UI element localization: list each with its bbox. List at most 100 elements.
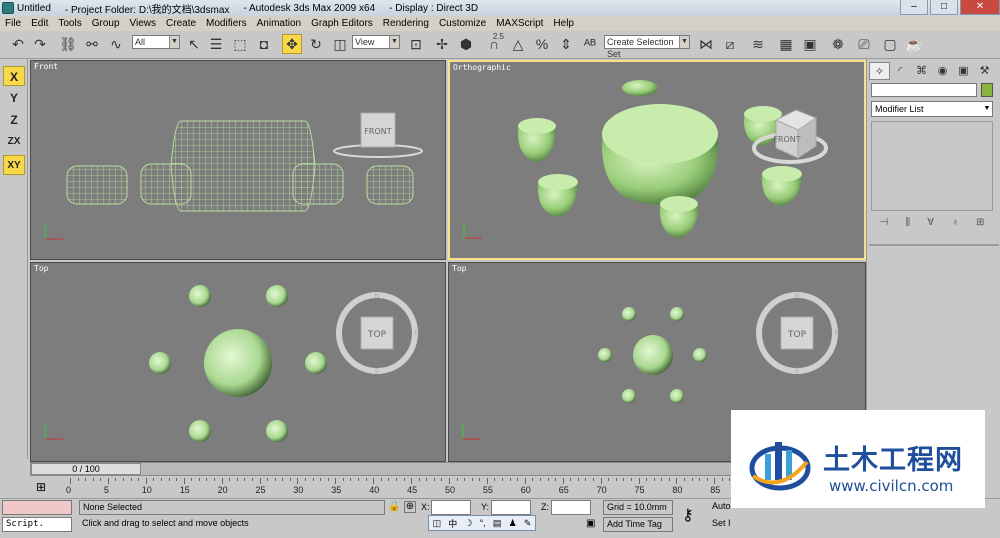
menu-help[interactable]: Help (548, 18, 579, 29)
align-icon[interactable]: ⧄ (720, 34, 740, 54)
ime-toolbar[interactable]: ◫ 中 ☽ °, ▤ ♟ ✎ (428, 515, 536, 531)
remove-modifier-icon[interactable]: ♁ (951, 217, 959, 233)
menu-customize[interactable]: Customize (434, 18, 491, 29)
transform-mode-icon[interactable]: ⊕ (404, 501, 416, 513)
maximize-icon[interactable]: □ (930, 0, 958, 15)
pin-stack-icon[interactable]: ⊣ (880, 217, 889, 233)
viewport-orthographic[interactable]: FRONT Orthographic (448, 60, 866, 260)
configure-sets-icon[interactable]: ⊞ (976, 217, 984, 233)
keyboard-shortcut-icon[interactable]: ⬢ (456, 34, 476, 54)
mini-curve-editor-icon[interactable]: ⊞ (36, 480, 46, 494)
object-color-swatch[interactable] (981, 83, 993, 97)
selection-filter-dropdown[interactable]: All ▼ (132, 35, 180, 49)
set-key-button[interactable]: Set I (709, 517, 733, 532)
y-coord-field[interactable] (491, 500, 531, 515)
snap-toggle-icon[interactable]: 2.5 ∩ (484, 32, 504, 54)
manipulate-icon[interactable]: ✢ (432, 34, 452, 54)
display-tab-icon[interactable]: ▣ (953, 62, 974, 80)
menu-create[interactable]: Create (161, 18, 201, 29)
modifier-stack[interactable] (871, 121, 993, 211)
ruler-number: 70 (596, 485, 607, 495)
material-editor-icon[interactable]: ❁ (828, 34, 848, 54)
viewport-front[interactable]: FRONT Front (30, 60, 446, 260)
viewport-label-top-right[interactable]: Top (452, 264, 466, 273)
mirror-icon[interactable]: ⋈ (696, 34, 716, 54)
undo-icon[interactable]: ↶ (8, 34, 28, 54)
window-crossing-icon[interactable]: ◘ (254, 34, 274, 54)
lock-selection-icon[interactable]: 🔒 (388, 501, 400, 512)
axis-z-button[interactable]: Z (3, 110, 25, 130)
front-viewcube[interactable]: FRONT (333, 112, 423, 158)
axis-xy-button[interactable]: XY (3, 155, 25, 175)
ime-chinese-icon[interactable]: 中 (448, 517, 457, 530)
menu-modifiers[interactable]: Modifiers (201, 18, 252, 29)
viewport-top-left[interactable]: TOP N S E Top (30, 262, 446, 462)
angle-snap-icon[interactable]: △ (508, 34, 528, 54)
menu-maxscript[interactable]: MAXScript (491, 18, 548, 29)
x-coord-field[interactable] (431, 500, 471, 515)
key-icon[interactable]: ⚷ (682, 505, 694, 525)
object-name-field[interactable] (871, 83, 977, 97)
viewport-label-front[interactable]: Front (34, 62, 58, 71)
ref-coord-dropdown[interactable]: View ▼ (352, 35, 400, 49)
axis-x-button[interactable]: X (3, 66, 25, 86)
close-icon[interactable]: ✕ (960, 0, 1000, 15)
axis-y-button[interactable]: Y (3, 88, 25, 108)
z-coord-field[interactable] (551, 500, 591, 515)
select-object-icon[interactable]: ↖ (184, 34, 204, 54)
rect-selection-icon[interactable]: ⬚ (230, 34, 250, 54)
bind-space-warp-icon[interactable]: ∿ (106, 34, 126, 54)
select-move-icon[interactable]: ✥ (282, 34, 302, 54)
schematic-view-icon[interactable]: ▣ (800, 34, 820, 54)
menu-group[interactable]: Group (87, 18, 125, 29)
ime-moon-icon[interactable]: ☽ (464, 518, 472, 529)
add-time-tag-button[interactable]: Add Time Tag (603, 517, 673, 532)
pivot-center-icon[interactable]: ⊡ (406, 34, 426, 54)
ime-user-icon[interactable]: ♟ (509, 518, 517, 529)
ime-tool-icon[interactable]: ✎ (524, 518, 532, 529)
select-scale-icon[interactable]: ◫ (330, 34, 350, 54)
percent-snap-icon[interactable]: % (532, 34, 552, 54)
redo-icon[interactable]: ↷ (30, 34, 50, 54)
motion-tab-icon[interactable]: ◉ (932, 62, 953, 80)
ime-icon[interactable]: ◫ (433, 518, 442, 529)
auto-key-button[interactable]: Auto (709, 500, 733, 515)
menu-animation[interactable]: Animation (252, 18, 306, 29)
ime-keyboard-icon[interactable]: ▤ (493, 518, 502, 529)
render-setup-icon[interactable]: ⎚ (854, 34, 874, 54)
select-by-name-icon[interactable]: ☰ (206, 34, 226, 54)
select-rotate-icon[interactable]: ↻ (306, 34, 326, 54)
named-selection-dropdown[interactable]: Create Selection Set ▼ (604, 35, 690, 59)
minimize-icon[interactable]: – (900, 0, 928, 15)
menu-rendering[interactable]: Rendering (378, 18, 434, 29)
top-left-viewcube[interactable]: TOP N S E (336, 292, 420, 375)
make-unique-icon[interactable]: ∀ (927, 217, 934, 233)
top-right-viewcube[interactable]: TOP N S E (756, 292, 840, 375)
menu-graph-editors[interactable]: Graph Editors (306, 18, 378, 29)
modify-tab-icon[interactable]: ◜ (890, 62, 911, 80)
ime-punct-icon[interactable]: °, (480, 518, 486, 528)
maxscript-mini-listener[interactable]: Script. (2, 517, 72, 532)
rendered-frame-icon[interactable]: ▢ (880, 34, 900, 54)
show-end-result-icon[interactable]: ⫼ (906, 217, 911, 233)
utilities-tab-icon[interactable]: ⚒ (974, 62, 995, 80)
menu-tools[interactable]: Tools (53, 18, 86, 29)
time-slider-thumb[interactable]: 0 / 100 (31, 463, 141, 475)
viewport-label-orthographic[interactable]: Orthographic (453, 63, 511, 72)
maxscript-listener-top[interactable] (2, 500, 72, 515)
spinner-snap-icon[interactable]: ⇕ (556, 34, 576, 54)
curve-editor-icon[interactable]: ▦ (776, 34, 796, 54)
menu-edit[interactable]: Edit (26, 18, 53, 29)
viewport-label-top-left[interactable]: Top (34, 264, 48, 273)
axis-zx-button[interactable]: ZX (3, 132, 25, 152)
layer-manager-icon[interactable]: ≋ (748, 34, 768, 54)
menu-views[interactable]: Views (125, 18, 162, 29)
quick-render-icon[interactable]: ☕ (904, 34, 924, 54)
unlink-icon[interactable]: ⚯ (82, 34, 102, 54)
create-tab-icon[interactable]: ✧ (869, 62, 890, 80)
edit-named-selection-icon[interactable]: ᴬᴮ (580, 34, 600, 54)
link-icon[interactable]: ⛓ (58, 34, 78, 54)
modifier-list-dropdown[interactable]: Modifier List ▼ (871, 101, 993, 117)
menu-file[interactable]: File (0, 18, 26, 29)
hierarchy-tab-icon[interactable]: ⌘ (911, 62, 932, 80)
